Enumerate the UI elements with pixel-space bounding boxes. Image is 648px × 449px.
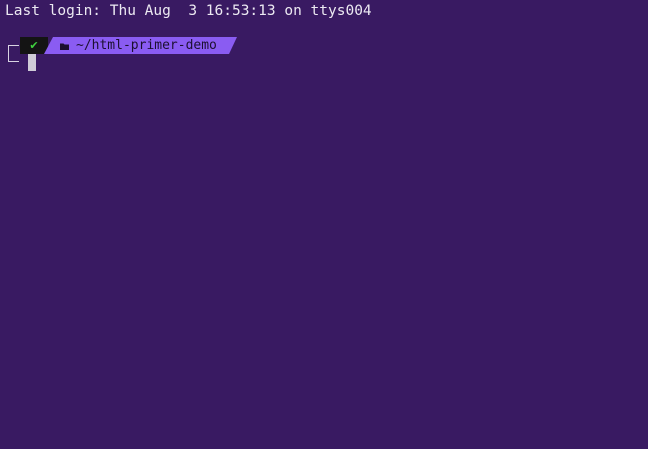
check-icon: ✔ (29, 39, 39, 52)
prompt-frame (8, 45, 19, 62)
prompt-path-segment: ~/html-primer-demo (44, 37, 237, 54)
last-login-message: Last login: Thu Aug 3 16:53:13 on ttys00… (5, 3, 372, 19)
terminal-window[interactable]: Last login: Thu Aug 3 16:53:13 on ttys00… (0, 0, 648, 449)
current-directory: ~/html-primer-demo (76, 38, 217, 53)
text-cursor[interactable] (28, 54, 36, 71)
folder-icon (60, 43, 69, 50)
